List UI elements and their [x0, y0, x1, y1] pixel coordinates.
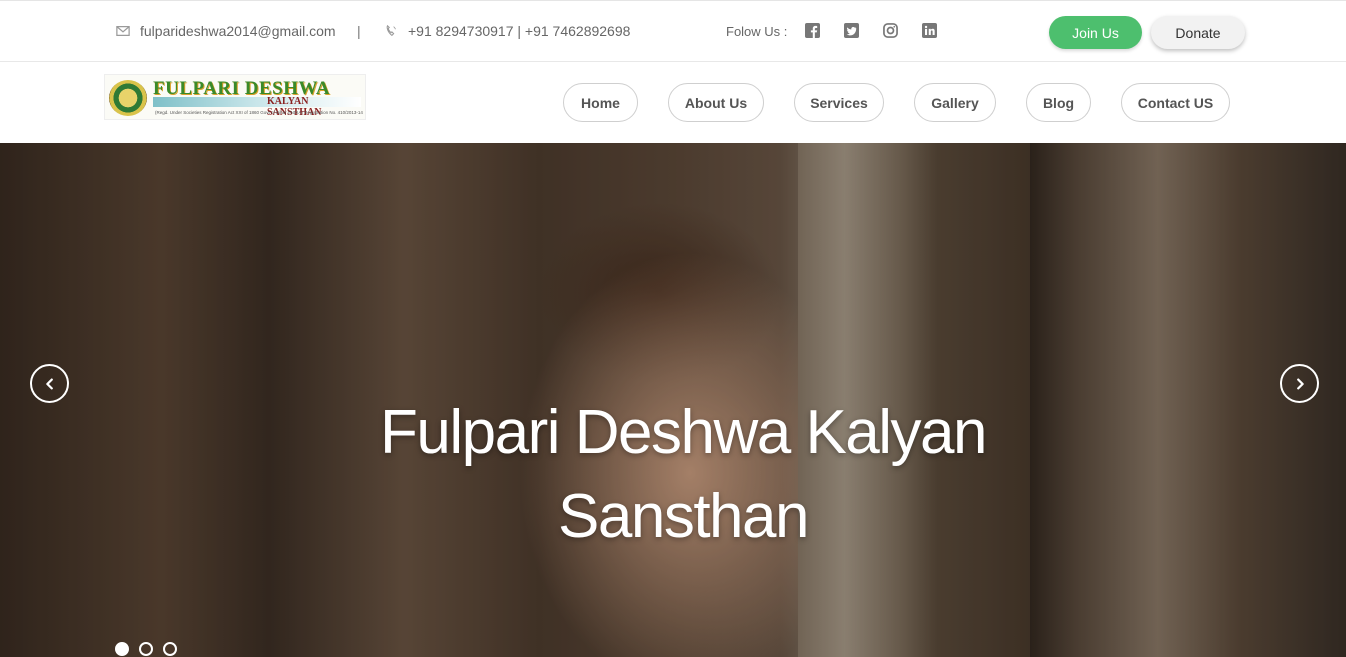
nav-about-us[interactable]: About Us [668, 83, 764, 122]
facebook-icon[interactable] [805, 23, 820, 38]
hero-slider: Fulpari Deshwa Kalyan Sansthan [0, 143, 1346, 657]
join-us-button[interactable]: Join Us [1049, 16, 1142, 49]
slider-next-button[interactable] [1280, 364, 1319, 403]
contact-separator: | [357, 23, 361, 39]
nav-contact-us[interactable]: Contact US [1121, 83, 1230, 122]
donate-button[interactable]: Donate [1151, 16, 1245, 49]
linkedin-icon[interactable] [922, 23, 937, 38]
hero-title: Fulpari Deshwa Kalyan Sansthan [379, 398, 988, 551]
email-contact[interactable]: fulparideshwa2014@gmail.com [116, 23, 336, 39]
phone-text: +91 8294730917 | +91 7462892698 [408, 23, 631, 39]
nav-blog[interactable]: Blog [1026, 83, 1091, 122]
twitter-icon[interactable] [844, 23, 859, 38]
follow-label: Folow Us : [726, 24, 788, 39]
main-header: FULPARI DESHWA KALYAN SANSTHAN (Regd. Un… [0, 62, 1346, 143]
email-text: fulparideshwa2014@gmail.com [140, 23, 336, 39]
envelope-icon [116, 26, 130, 36]
nav-services[interactable]: Services [794, 83, 884, 122]
slider-dots [115, 642, 177, 656]
site-logo[interactable]: FULPARI DESHWA KALYAN SANSTHAN (Regd. Un… [104, 74, 366, 120]
slider-dot-1[interactable] [115, 642, 129, 656]
slider-prev-button[interactable] [30, 364, 69, 403]
nav-gallery[interactable]: Gallery [914, 83, 996, 122]
phone-contact[interactable]: +91 8294730917 | +91 7462892698 [384, 23, 630, 39]
chevron-left-icon [45, 377, 53, 390]
top-bar: fulparideshwa2014@gmail.com | +91 829473… [0, 0, 1346, 62]
logo-seal-icon [109, 80, 147, 116]
social-links [805, 23, 937, 38]
logo-fine-print: (Regd. Under Societies Registration Act … [155, 110, 363, 115]
slider-dot-3[interactable] [163, 642, 177, 656]
nav-home[interactable]: Home [563, 83, 638, 122]
instagram-icon[interactable] [883, 23, 898, 38]
chevron-right-icon [1296, 377, 1304, 390]
phone-icon [386, 24, 396, 37]
slider-dot-2[interactable] [139, 642, 153, 656]
